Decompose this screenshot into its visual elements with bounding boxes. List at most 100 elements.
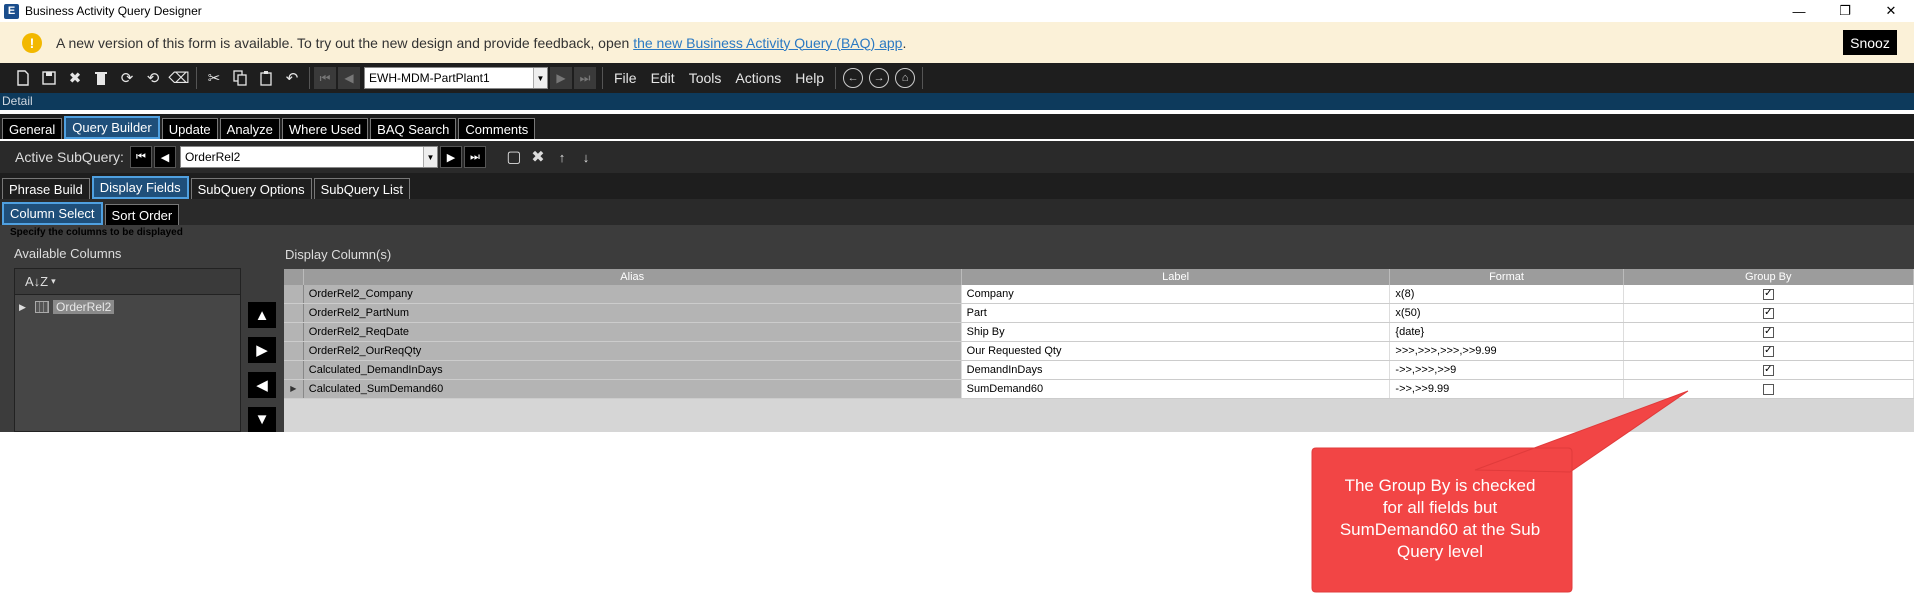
- tab-display-fields[interactable]: Display Fields: [91, 176, 189, 199]
- group-by-checkbox[interactable]: ✓: [1762, 288, 1774, 300]
- row-selector[interactable]: ▶: [284, 380, 304, 398]
- cell-alias[interactable]: OrderRel2_PartNum: [303, 304, 962, 322]
- tab-baq-search[interactable]: BAQ Search: [370, 118, 457, 139]
- tab-analyze[interactable]: Analyze: [219, 118, 280, 139]
- next-record-icon[interactable]: ▶: [550, 67, 572, 89]
- last-record-icon[interactable]: ⏭: [574, 67, 596, 89]
- refresh-icon[interactable]: ⟳: [114, 65, 140, 91]
- expand-icon[interactable]: ▶: [19, 302, 31, 313]
- row-selector[interactable]: [284, 285, 304, 303]
- row-selector[interactable]: [284, 323, 304, 341]
- tree-node-label[interactable]: OrderRel2: [53, 300, 115, 314]
- column-header-group-by[interactable]: Group By: [1624, 269, 1914, 285]
- menu-help[interactable]: Help: [788, 70, 831, 86]
- close-button[interactable]: ✕: [1868, 0, 1914, 22]
- table-row[interactable]: ▶ Calculated_SumDemand60 SumDemand60 ->>,>>…: [284, 380, 1914, 399]
- query-id-combo[interactable]: EWH-MDM-PartPlant1 ▼: [364, 67, 548, 89]
- menu-file[interactable]: File: [607, 70, 644, 86]
- cell-label[interactable]: Ship By: [961, 323, 1391, 341]
- add-column-button[interactable]: ▶: [248, 337, 276, 363]
- new-icon[interactable]: [10, 65, 36, 91]
- cell-format[interactable]: x(8): [1390, 285, 1624, 303]
- tab-sort-order[interactable]: Sort Order: [104, 204, 180, 225]
- sort-alpha-icon[interactable]: A↓Z: [25, 274, 48, 289]
- previous-subquery-icon[interactable]: ◀: [153, 146, 176, 168]
- cell-format[interactable]: ->>,>>>,>>9: [1390, 361, 1624, 379]
- tab-column-select[interactable]: Column Select: [2, 202, 103, 225]
- first-record-icon[interactable]: ⏮: [314, 67, 336, 89]
- remove-column-button[interactable]: ◀: [248, 372, 276, 398]
- cell-format[interactable]: {date}: [1390, 323, 1624, 341]
- new-baq-app-link[interactable]: the new Business Activity Query (BAQ) ap…: [633, 35, 902, 51]
- new-subquery-icon[interactable]: ▢: [502, 147, 526, 167]
- tree-node[interactable]: ▶ OrderRel2: [19, 300, 115, 314]
- minimize-button[interactable]: —: [1776, 0, 1822, 22]
- group-by-checkbox[interactable]: ✓: [1762, 326, 1774, 338]
- forward-icon[interactable]: →: [869, 68, 890, 88]
- move-down-button[interactable]: ▼: [248, 407, 276, 432]
- next-subquery-icon[interactable]: ▶: [439, 146, 462, 168]
- available-columns-tree[interactable]: A↓Z ▾ ▶ OrderRel2: [14, 268, 241, 432]
- cell-alias[interactable]: OrderRel2_ReqDate: [303, 323, 962, 341]
- menu-actions[interactable]: Actions: [728, 70, 788, 86]
- table-row[interactable]: Calculated_DemandInDays DemandInDays ->>,>…: [284, 361, 1914, 380]
- paste-icon[interactable]: [253, 65, 279, 91]
- trash-icon[interactable]: [88, 65, 114, 91]
- chevron-down-icon[interactable]: ▼: [533, 68, 547, 88]
- restore-button[interactable]: ❐: [1822, 0, 1868, 22]
- refresh-all-icon[interactable]: ⟲: [140, 65, 166, 91]
- group-by-checkbox[interactable]: ✓: [1762, 345, 1774, 357]
- group-by-checkbox[interactable]: ✓: [1762, 307, 1774, 319]
- row-selector[interactable]: [284, 342, 304, 360]
- chevron-down-icon[interactable]: ▼: [422, 147, 437, 167]
- tab-general[interactable]: General: [2, 118, 63, 139]
- clear-icon[interactable]: ⌫: [166, 65, 192, 91]
- menu-tools[interactable]: Tools: [682, 70, 729, 86]
- tab-subquery-options[interactable]: SubQuery Options: [190, 178, 312, 199]
- save-icon[interactable]: [36, 65, 62, 91]
- cell-format[interactable]: ->>,>>9.99: [1390, 380, 1624, 398]
- move-up-button[interactable]: ▲: [248, 302, 276, 328]
- active-subquery-combo[interactable]: OrderRel2 ▼: [179, 146, 438, 168]
- cell-label[interactable]: Part: [961, 304, 1391, 322]
- cell-label[interactable]: Our Requested Qty: [961, 342, 1391, 360]
- previous-record-icon[interactable]: ◀: [338, 67, 360, 89]
- cell-alias[interactable]: Calculated_DemandInDays: [303, 361, 962, 379]
- table-row[interactable]: OrderRel2_Company Company x(8) ✓: [284, 285, 1914, 304]
- tab-query-builder[interactable]: Query Builder: [64, 116, 160, 139]
- menu-edit[interactable]: Edit: [644, 70, 682, 86]
- move-down-icon[interactable]: ↓: [574, 150, 598, 165]
- last-subquery-icon[interactable]: ⏭: [463, 146, 486, 168]
- home-icon[interactable]: ⌂: [895, 68, 916, 88]
- cell-alias[interactable]: Calculated_SumDemand60: [303, 380, 962, 398]
- undo-icon[interactable]: ↶: [279, 65, 305, 91]
- tab-phrase-build[interactable]: Phrase Build: [2, 178, 90, 199]
- table-row[interactable]: OrderRel2_PartNum Part x(50) ✓: [284, 304, 1914, 323]
- first-subquery-icon[interactable]: ⏮: [129, 146, 152, 168]
- back-icon[interactable]: ←: [843, 68, 864, 88]
- cell-label[interactable]: SumDemand60: [961, 380, 1391, 398]
- row-selector[interactable]: [284, 361, 304, 379]
- cell-label[interactable]: DemandInDays: [961, 361, 1391, 379]
- tab-comments[interactable]: Comments: [458, 118, 536, 139]
- tab-subquery-list[interactable]: SubQuery List: [313, 178, 410, 199]
- row-selector[interactable]: [284, 304, 304, 322]
- tab-update[interactable]: Update: [161, 118, 218, 139]
- group-by-checkbox[interactable]: [1762, 383, 1774, 395]
- cut-icon[interactable]: ✂: [201, 65, 227, 91]
- tab-where-used[interactable]: Where Used: [281, 118, 369, 139]
- group-by-checkbox[interactable]: ✓: [1762, 364, 1774, 376]
- cell-alias[interactable]: OrderRel2_Company: [303, 285, 962, 303]
- snooze-button[interactable]: Snooz: [1843, 30, 1897, 55]
- cell-format[interactable]: x(50): [1390, 304, 1624, 322]
- cell-format[interactable]: >>>,>>>,>>>,>>9.99: [1390, 342, 1624, 360]
- chevron-down-icon[interactable]: ▾: [51, 276, 56, 287]
- table-row[interactable]: OrderRel2_ReqDate Ship By {date} ✓: [284, 323, 1914, 342]
- move-up-icon[interactable]: ↑: [550, 150, 574, 165]
- cell-label[interactable]: Company: [961, 285, 1391, 303]
- column-header-alias[interactable]: Alias: [304, 269, 962, 285]
- table-row[interactable]: OrderRel2_OurReqQty Our Requested Qty >>>,…: [284, 342, 1914, 361]
- column-header-format[interactable]: Format: [1390, 269, 1624, 285]
- column-header-label[interactable]: Label: [962, 269, 1391, 285]
- copy-icon[interactable]: [227, 65, 253, 91]
